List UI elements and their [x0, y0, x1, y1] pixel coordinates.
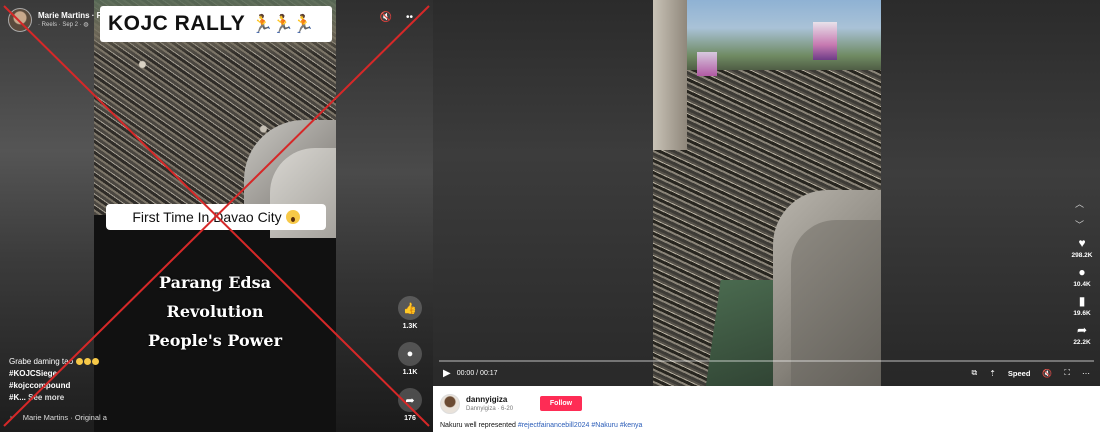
blurred-background-left	[433, 0, 653, 386]
sky	[653, 0, 881, 70]
chevron-down-icon[interactable]: ﹀	[1075, 218, 1084, 231]
video-description: Nakuru well represented #rejectfainanceb…	[440, 422, 642, 429]
audio-row: ♪ Marie Martins · Original a	[9, 413, 107, 422]
building-corner	[773, 190, 881, 386]
overlay-text: Parang Edsa Revolution People's Power	[94, 268, 336, 355]
caption-tag[interactable]: #K...	[9, 393, 26, 402]
blurred-background-right	[881, 0, 1100, 386]
like-icon[interactable]: 👍	[398, 296, 422, 320]
post-date: · Reels · Sep 2 ·	[38, 21, 84, 28]
comment-count: 10.4K	[1073, 281, 1091, 288]
avatar[interactable]	[8, 8, 32, 32]
first-time-caption: First Time In Davao City	[106, 204, 326, 230]
video-info: dannyigiza Dannyigiza · 6-20 Follow Naku…	[433, 386, 1100, 432]
hashtag-link[interactable]: #Nakuru	[591, 422, 617, 429]
bookmark-count: 19.6K	[1073, 310, 1091, 317]
share-icon[interactable]: ➦	[1077, 323, 1087, 337]
share-icon[interactable]: ➦	[398, 388, 422, 412]
reel-caption: Grabe daming tao #KOJCSiege #kojccompoun…	[9, 356, 100, 404]
comment-action[interactable]: ● 1.1K	[398, 342, 422, 376]
rally-title: KOJC RALLY	[108, 12, 246, 35]
shocked-face-icon	[285, 210, 300, 224]
comment-icon[interactable]: ●	[398, 342, 422, 366]
hashtag-link[interactable]: #rejectfainancebill2024	[518, 422, 590, 429]
fullscreen-icon[interactable]: ⛶	[1064, 368, 1070, 378]
video-nav: ︿ ﹀	[1075, 197, 1084, 231]
user-meta: Dannyigiza · 6-20	[466, 406, 514, 412]
overlay-line: People's Power	[147, 331, 283, 350]
comment-action[interactable]: ● 10.4K	[1073, 265, 1090, 288]
emoji-icon	[92, 358, 100, 365]
globe-icon: ◍	[83, 21, 89, 28]
share-action[interactable]: ➦ 176	[398, 388, 422, 422]
picture-in-picture-icon[interactable]: ⧉	[971, 368, 977, 378]
more-icon[interactable]: ⋯	[1082, 369, 1090, 378]
caption-tag[interactable]: #KOJCSiege	[9, 368, 99, 380]
mute-icon[interactable]: 🔇	[380, 12, 392, 23]
video-player[interactable]: ︿ ﹀ ♥ 298.2K ● 10.4K ▮ 19.6K ➦ 22.2K ▶ 0…	[433, 0, 1100, 386]
video-frame[interactable]	[653, 0, 881, 386]
player-controls: ▶ 00:00 / 00:17 ⧉ ⇡ Speed 🔇 ⛶ ⋯	[433, 360, 1100, 386]
emoji-icon	[76, 358, 84, 365]
comment-count: 1.1K	[402, 369, 418, 376]
like-count: 1.3K	[402, 323, 418, 330]
comment-icon[interactable]: ●	[1078, 265, 1085, 279]
follow-button[interactable]: Follow	[540, 396, 582, 411]
more-icon[interactable]: ••	[406, 12, 413, 23]
billboard	[697, 52, 717, 76]
share-action[interactable]: ➦ 22.2K	[1073, 323, 1090, 346]
emoji-icon	[84, 358, 92, 365]
overlay-line: Parang Edsa	[159, 273, 271, 292]
mini-player-icon[interactable]: ⇡	[989, 369, 996, 378]
reel-top-icons: 🔇 ••	[380, 12, 413, 23]
runner-icons: 🏃🏃🏃	[251, 13, 314, 34]
reel-actions: 👍 1.3K ● 1.1K ➦ 176	[396, 296, 424, 432]
share-count: 176	[404, 415, 416, 422]
see-more-link[interactable]: See more	[28, 393, 64, 402]
mute-icon[interactable]: 🔇	[1042, 369, 1052, 378]
player-right-controls: ⧉ ⇡ Speed 🔇 ⛶ ⋯	[971, 368, 1090, 378]
username[interactable]: dannyigiza	[466, 395, 507, 404]
billboard	[813, 22, 837, 60]
speed-button[interactable]: Speed	[1008, 369, 1031, 378]
first-time-text: First Time In Davao City	[132, 209, 282, 225]
bookmark-icon[interactable]: ▮	[1079, 294, 1086, 308]
chevron-up-icon[interactable]: ︿	[1075, 197, 1084, 210]
description-text: Nakuru well represented	[440, 422, 518, 429]
share-count: 22.2K	[1073, 339, 1091, 346]
music-icon: ♪	[9, 413, 13, 422]
video-actions: ♥ 298.2K ● 10.4K ▮ 19.6K ➦ 22.2K	[1069, 236, 1095, 352]
play-icon[interactable]: ▶	[443, 368, 451, 379]
screenshot-comparison: Marie Martins · Follow · Reels · Sep 2 ·…	[0, 0, 1100, 432]
caption-text: Grabe daming tao	[9, 357, 74, 366]
like-count: 298.2K	[1071, 252, 1093, 259]
caption-tag[interactable]: #kojccompound	[9, 380, 99, 392]
hashtag-link[interactable]: #kenya	[620, 422, 643, 429]
avatar[interactable]	[440, 394, 460, 414]
audio-label[interactable]: Marie Martins · Original a	[23, 413, 107, 422]
overlay-line: Revolution	[166, 302, 264, 321]
tiktok-panel: ︿ ﹀ ♥ 298.2K ● 10.4K ▮ 19.6K ➦ 22.2K ▶ 0…	[433, 0, 1100, 432]
like-action[interactable]: ♥ 298.2K	[1072, 236, 1093, 259]
heart-icon[interactable]: ♥	[1078, 236, 1085, 250]
bookmark-action[interactable]: ▮ 19.6K	[1073, 294, 1090, 317]
building-left	[653, 0, 687, 150]
like-action[interactable]: 👍 1.3K	[398, 296, 422, 330]
time-readout: 00:00 / 00:17	[456, 369, 498, 377]
facebook-reel-panel: Marie Martins · Follow · Reels · Sep 2 ·…	[0, 0, 433, 432]
rally-banner: KOJC RALLY 🏃🏃🏃	[100, 6, 332, 42]
